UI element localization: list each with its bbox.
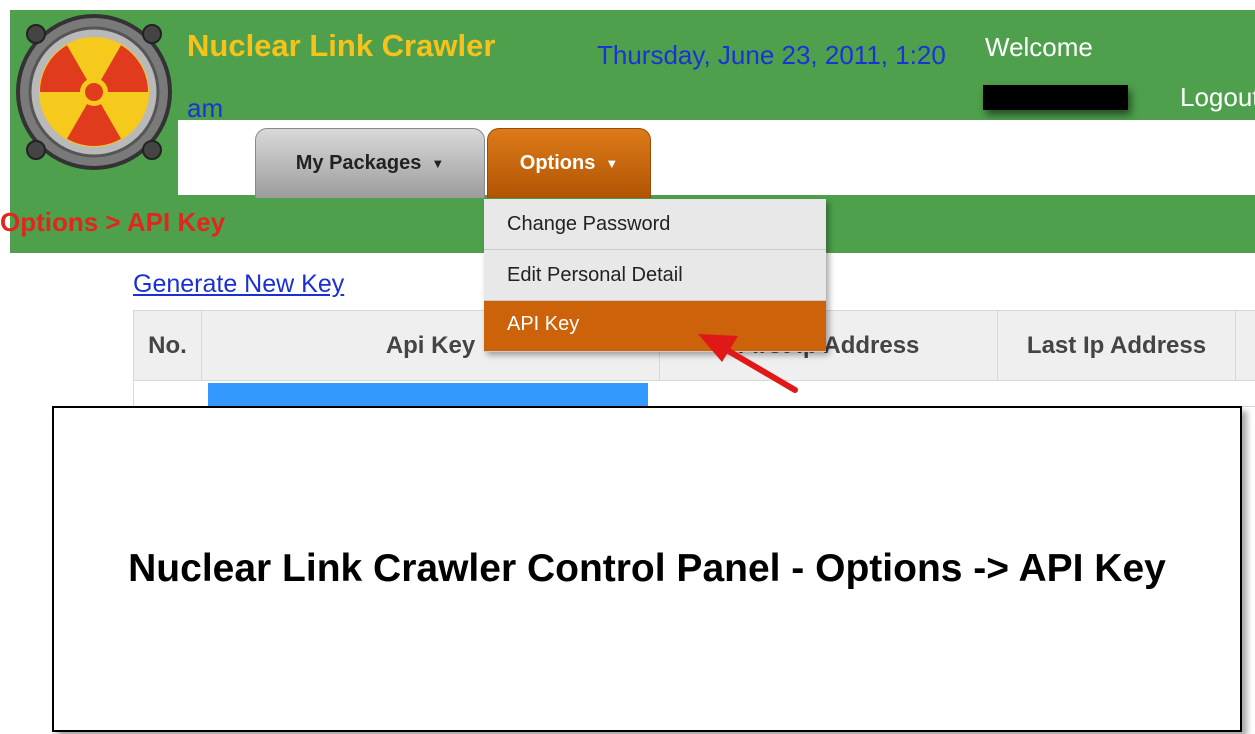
menu-item-change-password[interactable]: Change Password: [484, 199, 826, 250]
redacted-username: [983, 85, 1128, 110]
caption-text: Nuclear Link Crawler Control Panel - Opt…: [128, 547, 1166, 590]
tab-my-packages[interactable]: My Packages ▼: [255, 128, 485, 198]
radiation-logo: [16, 14, 172, 170]
red-pointer-arrow: [698, 334, 798, 393]
menu-item-edit-personal-detail[interactable]: Edit Personal Detail: [484, 250, 826, 301]
column-header-last-ip: Last Ip Address: [998, 311, 1236, 381]
table-cell-last-ip: [1004, 383, 1224, 407]
generate-new-key-link[interactable]: Generate New Key: [133, 270, 344, 299]
tab-my-packages-label: My Packages: [295, 152, 422, 174]
table-cell-no: [144, 383, 184, 407]
breadcrumb: Options > API Key: [0, 207, 226, 237]
logout-link[interactable]: Logout: [1180, 82, 1255, 113]
tab-options-label: Options: [519, 152, 596, 174]
caption-box: Nuclear Link Crawler Control Panel - Opt…: [52, 406, 1242, 732]
column-header-no: No.: [134, 311, 202, 381]
table-cell-api-key[interactable]: [208, 383, 648, 407]
table-cell-extra: [1242, 383, 1255, 407]
caret-down-icon: ▼: [431, 156, 445, 171]
column-header-extra: [1236, 311, 1255, 381]
tab-options[interactable]: Options ▼: [487, 128, 651, 198]
caret-down-icon: ▼: [605, 156, 619, 171]
welcome-text: Welcome: [985, 32, 1093, 62]
